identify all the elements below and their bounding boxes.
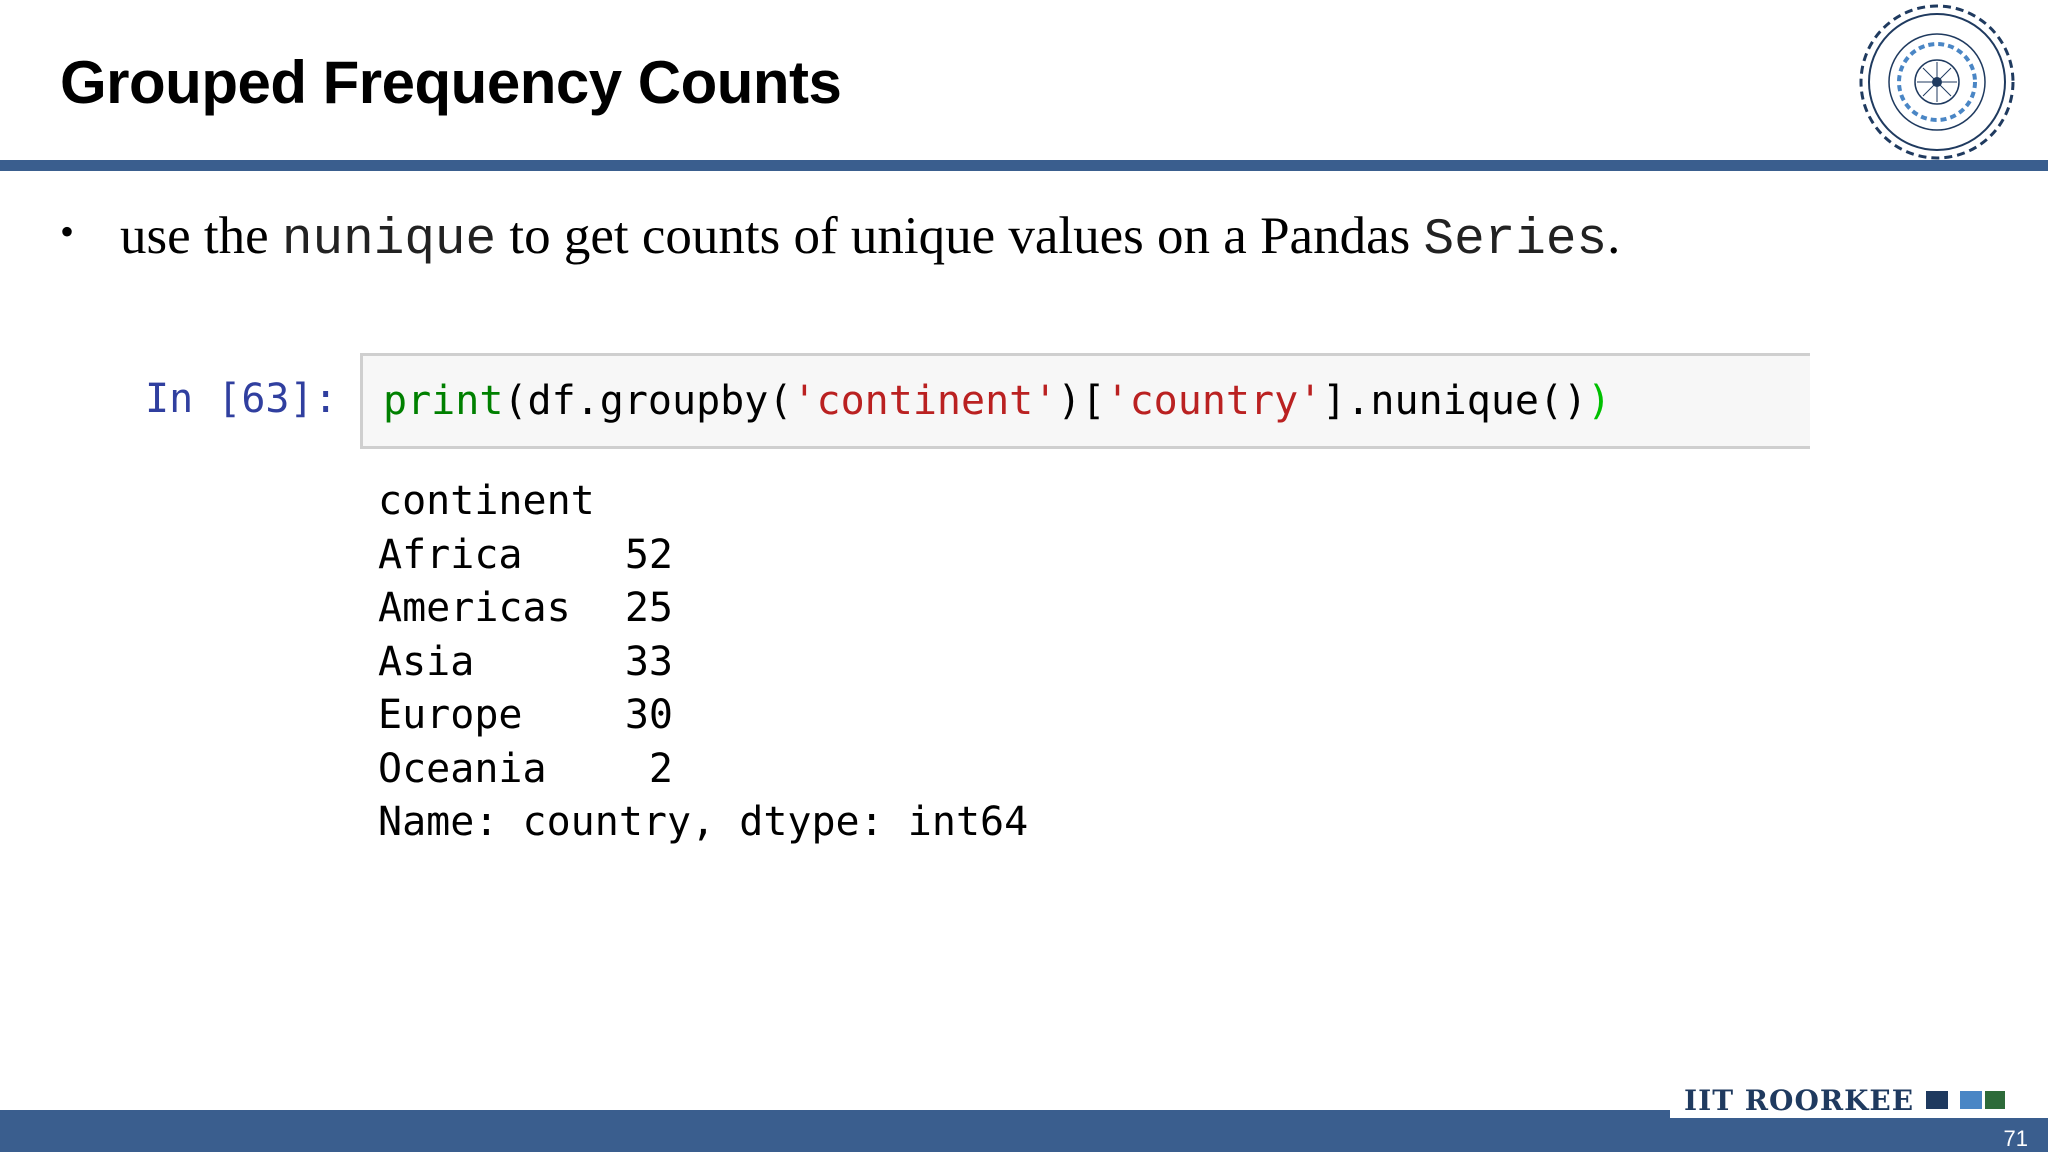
- brand-square-icon: [1985, 1091, 2006, 1109]
- bullet-item: • use the nunique to get counts of unique…: [60, 206, 1960, 269]
- bullet-text-3: .: [1607, 207, 1621, 265]
- page-number: 71: [2003, 1126, 2028, 1151]
- output-footer: Name: country, dtype: int64: [378, 799, 1029, 845]
- brand-square-icon: [1926, 1091, 1949, 1109]
- output-row-value: 30: [624, 692, 673, 738]
- code-token-print: print: [383, 378, 504, 424]
- output-header: continent: [378, 478, 595, 524]
- code-cell[interactable]: print(df.groupby('continent')['country']…: [360, 353, 1810, 449]
- brand-square-icon: [1960, 1091, 1983, 1109]
- bullet-text-2: to get counts of unique values on a Pand…: [496, 207, 1424, 265]
- output-row-name: Europe: [378, 692, 523, 738]
- output-row-name: Asia: [378, 638, 475, 685]
- code-token-close-paren: ): [1587, 378, 1612, 424]
- input-prompt: In [63]:: [145, 376, 338, 422]
- bullet-text-1: use the: [120, 207, 282, 265]
- output-row: Europe 30: [378, 689, 1028, 743]
- bullet-dot: •: [60, 209, 75, 254]
- iit-roorkee-logo: [1859, 4, 2015, 160]
- output-row-name: Oceania: [378, 745, 547, 792]
- slide-title: Grouped Frequency Counts: [60, 49, 842, 116]
- output-row: Asia 33: [378, 636, 1028, 690]
- output-row-name: Africa: [378, 531, 523, 578]
- output-row-value: 52: [624, 531, 673, 578]
- bullet-code-nunique: nunique: [281, 212, 497, 269]
- output-row-value: 33: [624, 638, 673, 685]
- code-line: print(df.groupby('continent')['country']…: [383, 378, 1611, 424]
- footer-brand: IIT ROORKEE: [1670, 1082, 2048, 1118]
- bullet-code-series: Series: [1423, 212, 1608, 269]
- code-token-open-paren: (: [503, 378, 528, 424]
- brand-text: IIT ROORKEE: [1684, 1083, 1915, 1117]
- code-token-country: 'country': [1105, 378, 1323, 424]
- output-row-name: Americas: [378, 585, 571, 631]
- header-rule: [0, 160, 2048, 171]
- output-row-value: 25: [624, 585, 673, 631]
- cell-output: continent Africa 52 Americas 25 Asia 33 Eur…: [378, 475, 1028, 850]
- code-token-index: )[: [1057, 378, 1106, 424]
- output-row: Oceania 2: [378, 743, 1028, 797]
- code-token-groupby: df.groupby(: [527, 378, 793, 424]
- code-token-nunique: ].nunique(): [1322, 378, 1588, 424]
- code-token-continent: 'continent': [792, 378, 1058, 424]
- output-row: Americas 25: [378, 582, 1028, 636]
- output-row-value: 2: [648, 745, 673, 792]
- output-row: Africa 52: [378, 529, 1028, 583]
